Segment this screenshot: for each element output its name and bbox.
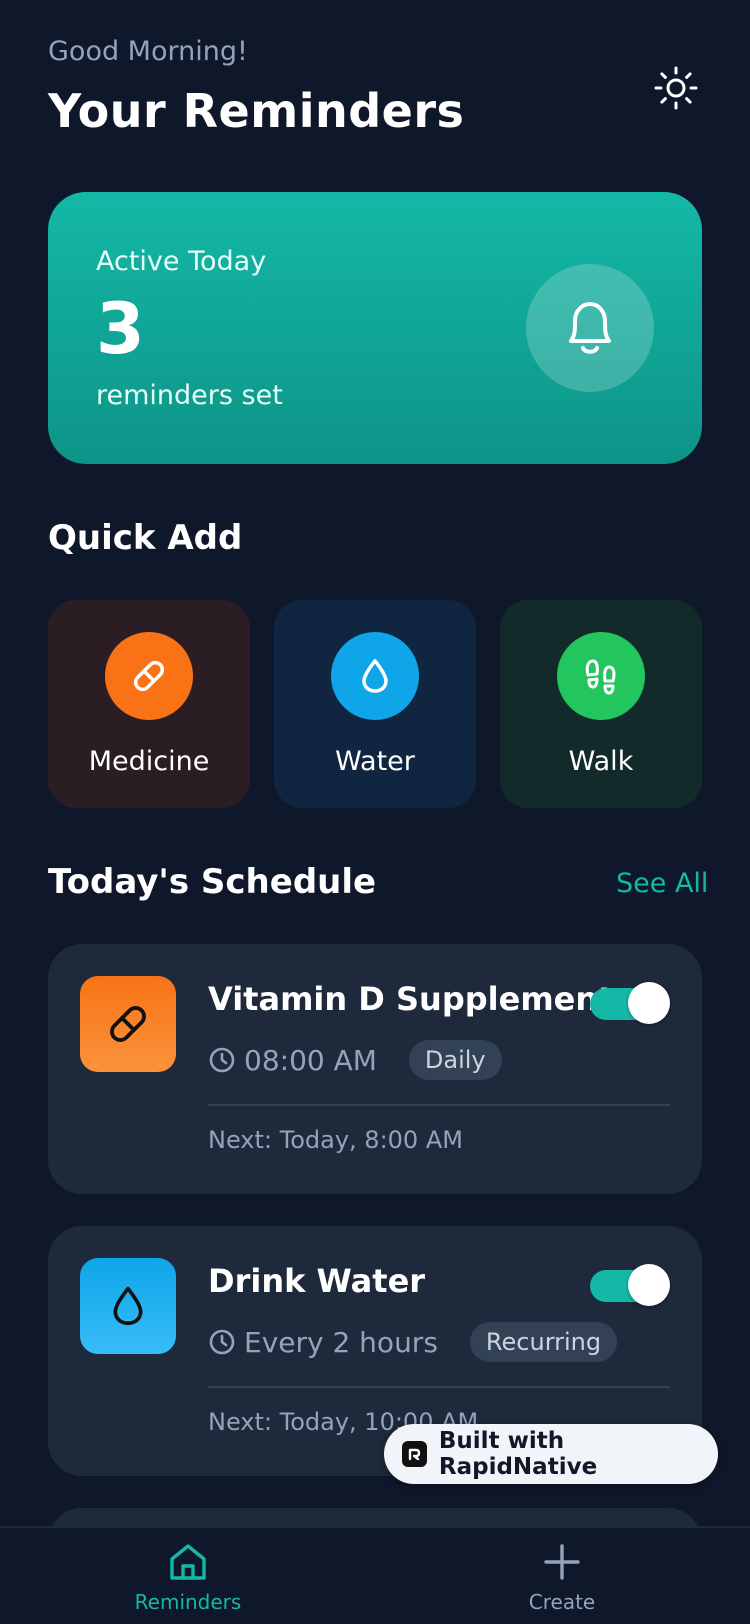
quick-add-walk[interactable]: Walk (500, 600, 702, 808)
reminder-toggle[interactable] (590, 1264, 670, 1306)
schedule-item-time: Every 2 hours (244, 1325, 438, 1359)
quick-add-water-label: Water (335, 746, 415, 777)
tab-reminders[interactable]: Reminders (88, 1540, 288, 1614)
sun-icon (654, 66, 698, 110)
active-today-count: 3 (96, 288, 145, 370)
schedule-item-time-row: Every 2 hours Recurring (208, 1322, 618, 1362)
home-icon (170, 1544, 206, 1580)
quick-add-medicine[interactable]: Medicine (48, 600, 250, 808)
divider (208, 1104, 670, 1106)
toggle-knob (628, 1264, 670, 1306)
pill-icon (105, 632, 193, 720)
active-today-label: Active Today (96, 246, 267, 277)
built-with-label: Built with RapidNative (438, 1428, 598, 1480)
frequency-badge: Daily (408, 1040, 502, 1080)
built-with-badge[interactable]: Built with RapidNative (384, 1424, 718, 1484)
pill-icon (80, 976, 176, 1072)
quick-add-row: Medicine Water Walk (48, 600, 702, 808)
bottom-tab-bar: Reminders Create (0, 1526, 750, 1624)
schedule-item-vitamin-d[interactable]: Vitamin D Supplement 08:00 AM Daily Next… (48, 944, 702, 1194)
tab-create-label: Create (528, 1590, 596, 1614)
quick-add-walk-label: Walk (568, 746, 634, 777)
droplet-icon (331, 632, 419, 720)
reminders-screen: Good Morning! Your Reminders Active Toda… (0, 0, 750, 1624)
clock-icon (209, 1047, 235, 1073)
bell-icon (569, 302, 611, 354)
quick-add-medicine-label: Medicine (88, 746, 210, 777)
theme-toggle-button[interactable] (652, 64, 700, 112)
plus-icon (544, 1544, 580, 1580)
active-today-card: Active Today 3 reminders set (48, 192, 702, 464)
bell-badge (526, 264, 654, 392)
quick-add-title: Quick Add (48, 518, 243, 558)
reminder-toggle[interactable] (590, 982, 670, 1024)
divider (208, 1386, 670, 1388)
droplet-icon (80, 1258, 176, 1354)
active-today-subtitle: reminders set (96, 380, 283, 411)
schedule-item-time: 08:00 AM (244, 1043, 377, 1077)
quick-add-water[interactable]: Water (274, 600, 476, 808)
tab-create[interactable]: Create (462, 1540, 662, 1614)
footprints-icon (557, 632, 645, 720)
toggle-knob (628, 982, 670, 1024)
frequency-badge: Recurring (469, 1322, 618, 1362)
see-all-link[interactable]: See All (616, 868, 708, 899)
schedule-item-time-row: 08:00 AM Daily (208, 1040, 502, 1080)
schedule-item-next: Next: Today, 8:00 AM (208, 1126, 463, 1154)
greeting-text: Good Morning! (48, 36, 248, 67)
schedule-item-title: Drink Water (208, 1262, 426, 1300)
rapidnative-logo-icon (402, 1441, 427, 1467)
schedule-title: Today's Schedule (48, 862, 377, 902)
page-title: Your Reminders (48, 84, 465, 138)
schedule-item-title: Vitamin D Supplement (208, 980, 614, 1018)
tab-reminders-label: Reminders (134, 1590, 242, 1614)
clock-icon (209, 1329, 235, 1355)
